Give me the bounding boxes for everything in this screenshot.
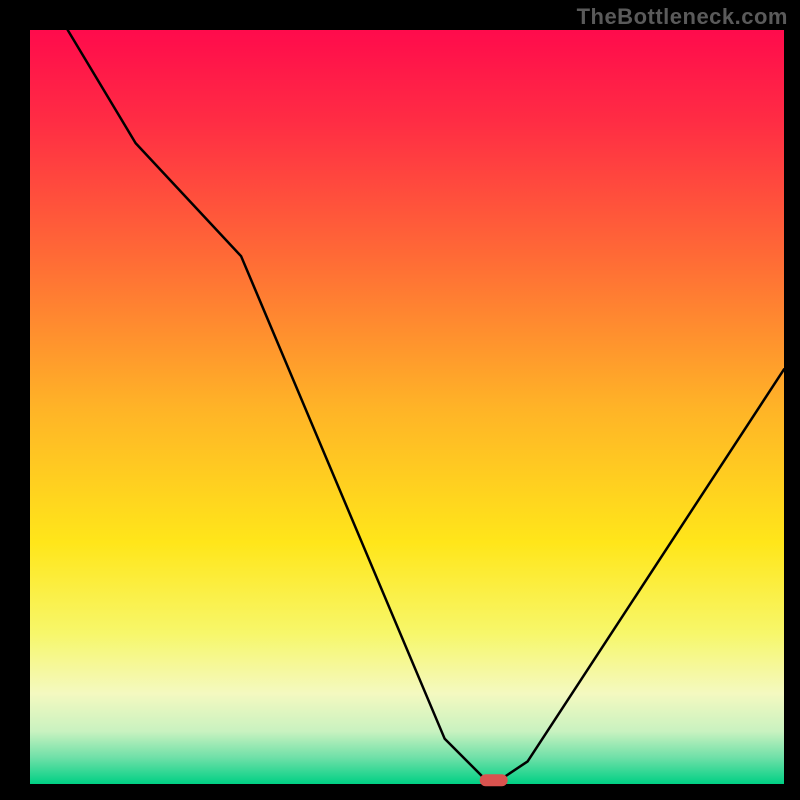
bottleneck-chart: [0, 0, 800, 800]
plot-background: [30, 30, 784, 784]
chart-container: TheBottleneck.com: [0, 0, 800, 800]
watermark-text: TheBottleneck.com: [577, 4, 788, 30]
optimal-marker: [480, 774, 508, 786]
